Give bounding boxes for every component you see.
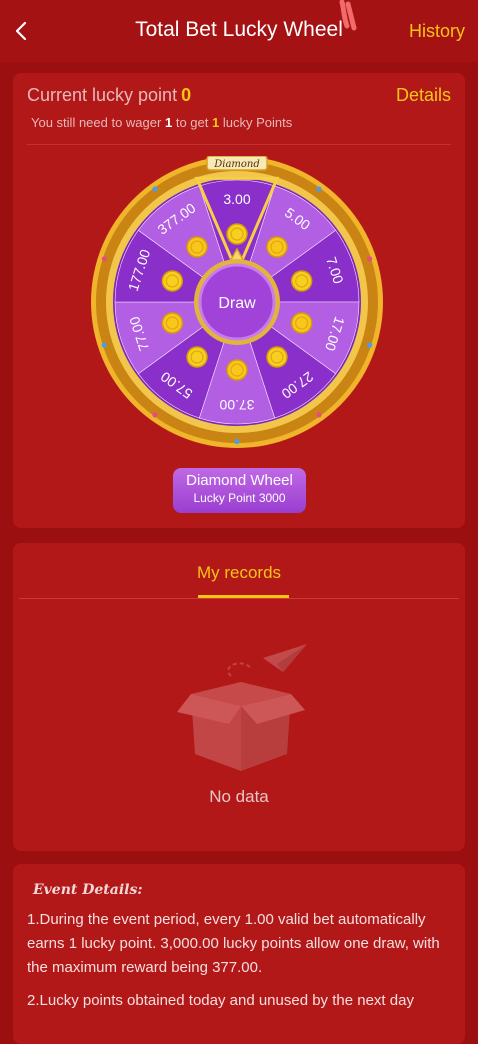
diamond-wheel-cost: Lucky Point 3000 [193, 491, 286, 505]
page-title: Total Bet Lucky Wheel [135, 18, 343, 41]
details-link[interactable]: Details [396, 85, 451, 106]
wager-amount: 1 [164, 115, 173, 130]
no-data-label: No data [209, 787, 269, 806]
rim-jewel [152, 412, 158, 418]
event-details-title: Event Details: [33, 882, 143, 898]
lucky-point-value: 0 [181, 85, 192, 105]
lucky-point-label: Current lucky point [27, 85, 178, 105]
coin-icon [226, 223, 248, 245]
wheel-segment-value: 3.00 [223, 191, 250, 207]
rim-jewel [101, 256, 107, 262]
rim-jewel [316, 412, 322, 418]
history-link[interactable]: History [409, 21, 465, 42]
divider [27, 144, 451, 145]
wager-points: 1 [211, 115, 220, 130]
diamond-banner-label: Diamond [213, 159, 260, 170]
event-details-card: Event Details: 1.During the event period… [13, 864, 465, 1044]
wager-hint-suffix: lucky Points [222, 115, 293, 130]
wager-hint-mid: to get [175, 115, 209, 130]
rim-jewel [367, 342, 373, 348]
header: Total Bet Lucky Wheel History [0, 0, 478, 62]
wager-hint-prefix: You still need to wager [31, 115, 162, 130]
records-card: My records No data [13, 543, 465, 851]
rim-jewel [367, 256, 373, 262]
lucky-wheel: 3.00 5.00 7.00 17.00 27.00 37.00 57.00 77.00 177… [91, 155, 383, 448]
wheel-svg: 3.005.007.0017.0027.0037.0057.0077.00177… [91, 155, 383, 448]
rim-jewel [316, 186, 322, 192]
lucky-point-row: Current lucky point 0 [27, 85, 191, 106]
tab-active-indicator [198, 595, 289, 598]
lucky-wheel-card: Current lucky point 0 Details You still n… [13, 73, 465, 528]
wheel-segment-value: 37.00 [219, 397, 254, 413]
wager-hint: You still need to wager 1 to get 1 lucky… [31, 115, 292, 130]
event-rule-1: 1.During the event period, every 1.00 va… [27, 911, 440, 976]
diamond-wheel-title: Diamond Wheel [186, 472, 293, 489]
draw-button-label[interactable]: Draw [218, 295, 256, 312]
coin-icon [226, 359, 248, 381]
tab-divider [19, 598, 459, 599]
rim-jewel [234, 438, 240, 445]
tab-my-records[interactable]: My records [13, 563, 465, 583]
rim-jewel [101, 342, 107, 348]
scribble-mark [339, 0, 357, 31]
diamond-wheel-button[interactable]: Diamond Wheel Lucky Point 3000 [173, 468, 306, 513]
rim-jewel [152, 186, 158, 192]
event-rule-2: 2.Lucky points obtained today and unused… [27, 992, 414, 1009]
empty-box-icon [177, 644, 307, 771]
